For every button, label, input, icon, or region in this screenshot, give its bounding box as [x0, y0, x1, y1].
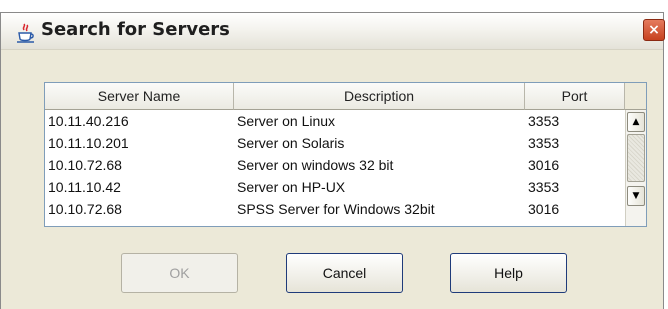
- table-row[interactable]: 10.10.72.68 Server on windows 32 bit 301…: [45, 154, 625, 176]
- table-row[interactable]: 10.10.72.68 SPSS Server for Windows 32bi…: [45, 198, 625, 220]
- cell-server-name: 10.10.72.68: [48, 201, 122, 217]
- table-row[interactable]: 10.11.40.216 Server on Linux 3353: [45, 110, 625, 132]
- header-corner: [625, 83, 646, 110]
- table-row[interactable]: 10.11.10.42 Server on HP-UX 3353: [45, 176, 625, 198]
- help-button[interactable]: Help: [450, 253, 567, 293]
- cell-server-name: 10.11.40.216: [48, 113, 129, 129]
- cell-server-name: 10.11.10.201: [48, 135, 129, 151]
- cell-port: 3353: [528, 135, 560, 151]
- scroll-down-icon[interactable]: ▼: [627, 186, 645, 206]
- ok-button[interactable]: OK: [121, 253, 238, 293]
- cell-description: Server on HP-UX: [237, 179, 346, 195]
- column-header-server-name[interactable]: Server Name: [45, 83, 234, 110]
- cancel-button[interactable]: Cancel: [286, 253, 403, 293]
- table-header: Server Name Description Port: [45, 83, 625, 110]
- column-header-description[interactable]: Description: [234, 83, 525, 110]
- scroll-up-icon[interactable]: ▲: [627, 112, 645, 132]
- cell-port: 3353: [528, 113, 560, 129]
- cell-description: Server on Solaris: [237, 135, 345, 151]
- cell-description: SPSS Server for Windows 32bit: [237, 201, 435, 217]
- servers-table: Server Name Description Port 10.11.40.21…: [44, 82, 647, 227]
- cell-server-name: 10.10.72.68: [48, 157, 122, 173]
- cell-description: Server on windows 32 bit: [237, 157, 394, 173]
- vertical-scrollbar[interactable]: ▲ ▼: [625, 110, 646, 226]
- search-for-servers-dialog: Search for Servers × Server Name Descrip…: [0, 12, 665, 309]
- table-row[interactable]: 10.11.10.201 Server on Solaris 3353: [45, 132, 625, 154]
- title-bar[interactable]: Search for Servers ×: [1, 13, 665, 50]
- cell-server-name: 10.11.10.42: [48, 179, 121, 195]
- close-icon[interactable]: ×: [643, 19, 665, 41]
- cell-description: Server on Linux: [237, 113, 336, 129]
- column-header-port[interactable]: Port: [525, 83, 625, 110]
- cell-port: 3016: [528, 157, 560, 173]
- java-coffee-cup-icon: [15, 22, 37, 44]
- scrollbar-thumb[interactable]: [627, 134, 645, 182]
- table-body: 10.11.40.216 Server on Linux 3353 10.11.…: [45, 110, 625, 226]
- cell-port: 3016: [528, 201, 560, 217]
- cell-port: 3353: [528, 179, 560, 195]
- dialog-title: Search for Servers: [41, 19, 230, 40]
